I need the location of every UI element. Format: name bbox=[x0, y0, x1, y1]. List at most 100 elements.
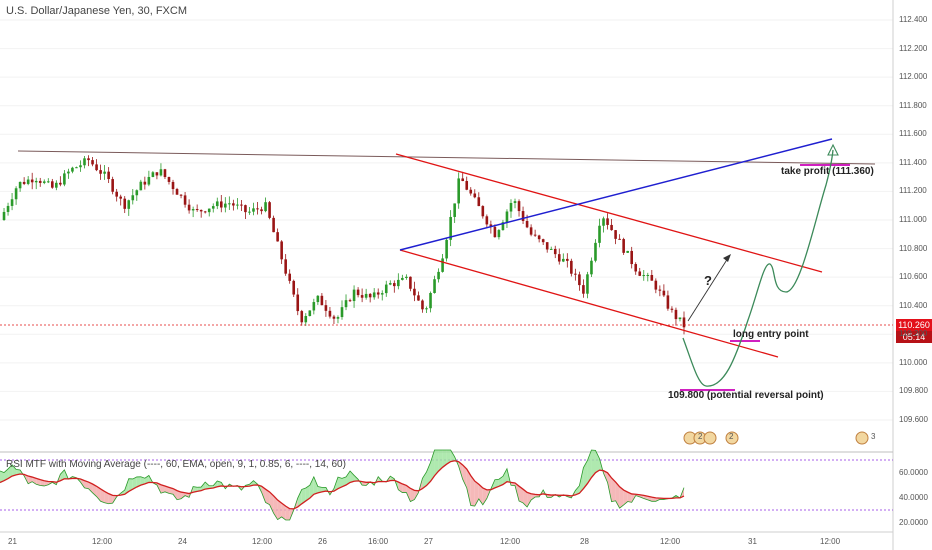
candle-body bbox=[654, 280, 658, 290]
event-badge-count: 2 bbox=[729, 432, 734, 441]
candle-body bbox=[570, 260, 573, 274]
event-badge-count: 2 bbox=[698, 432, 703, 441]
candle-body bbox=[441, 258, 444, 272]
candle-body bbox=[256, 208, 259, 210]
candle-body bbox=[356, 289, 360, 296]
candle-body bbox=[614, 230, 617, 239]
rsi-axis-label: 20.0000 bbox=[899, 517, 928, 527]
time-axis-label: 12:00 bbox=[820, 537, 841, 546]
candle-body bbox=[276, 232, 279, 242]
candle-body bbox=[368, 293, 372, 298]
arrow-head-icon bbox=[723, 254, 731, 262]
candle-body bbox=[42, 181, 46, 183]
candle-body bbox=[618, 238, 621, 240]
candle-body bbox=[429, 292, 432, 309]
candle-body bbox=[332, 316, 336, 319]
candle-body bbox=[26, 179, 30, 184]
candle-body bbox=[22, 181, 26, 184]
time-axis-label: 26 bbox=[318, 537, 327, 546]
price-axis-label: 111.200 bbox=[899, 186, 927, 196]
candle-body bbox=[574, 273, 577, 275]
event-flag-icon[interactable] bbox=[855, 431, 869, 445]
candle-body bbox=[437, 271, 440, 280]
candle-body bbox=[493, 226, 497, 238]
candle-body bbox=[602, 218, 605, 226]
candle-body bbox=[75, 167, 78, 169]
candle-body bbox=[219, 201, 223, 208]
candle-body bbox=[91, 160, 94, 165]
price-axis-label: 111.400 bbox=[899, 157, 927, 167]
candle-body bbox=[666, 295, 670, 309]
candle-body bbox=[155, 172, 159, 176]
candle-body bbox=[139, 181, 143, 191]
candle-body bbox=[469, 189, 473, 194]
candle-body bbox=[203, 211, 207, 213]
candle-body bbox=[211, 206, 215, 209]
candle-body bbox=[87, 158, 90, 161]
candle-body bbox=[252, 208, 255, 212]
price-axis-label: 112.200 bbox=[899, 43, 928, 53]
candle-body bbox=[119, 196, 123, 199]
candle-body bbox=[175, 189, 179, 195]
price-axis-label: 110.600 bbox=[899, 272, 928, 282]
price-axis-label: 111.600 bbox=[899, 129, 927, 139]
question-label: ? bbox=[704, 273, 712, 288]
channel-upper-line[interactable] bbox=[395, 153, 823, 273]
time-axis-label: 12:00 bbox=[92, 537, 113, 546]
indicator-title: RSI MTF with Moving Average (----, 60, E… bbox=[6, 459, 346, 470]
candle-body bbox=[123, 198, 127, 209]
candle-body bbox=[268, 202, 271, 218]
candle-body bbox=[610, 224, 613, 231]
time-axis-label: 31 bbox=[748, 537, 757, 546]
candle-body bbox=[541, 239, 545, 243]
resistance-line[interactable] bbox=[17, 150, 876, 165]
candle-body bbox=[513, 201, 517, 203]
candle-body bbox=[143, 181, 147, 185]
candle-body bbox=[384, 284, 388, 294]
candle-body bbox=[260, 209, 263, 212]
question-arrow[interactable] bbox=[687, 257, 729, 322]
price-axis-label: 111.000 bbox=[899, 215, 927, 224]
candle-body bbox=[308, 310, 312, 317]
candle-body bbox=[409, 276, 412, 289]
candle-body bbox=[445, 239, 448, 259]
candle-body bbox=[606, 218, 609, 225]
price-axis-label: 110.200 bbox=[899, 329, 928, 339]
candle-body bbox=[401, 277, 404, 280]
price-axis-label: 111.800 bbox=[899, 100, 927, 110]
candle-body bbox=[10, 199, 14, 206]
candle-body bbox=[111, 179, 114, 192]
candle-body bbox=[525, 220, 529, 228]
time-axis-label: 28 bbox=[580, 537, 589, 546]
candle-body bbox=[63, 173, 66, 185]
event-flag-icon[interactable] bbox=[703, 431, 717, 445]
candle-body bbox=[509, 202, 513, 212]
candle-body bbox=[336, 317, 340, 319]
candle-body bbox=[497, 230, 501, 238]
candle-body bbox=[18, 181, 22, 189]
candle-body bbox=[417, 295, 420, 301]
candle-body bbox=[83, 158, 86, 166]
candle-body bbox=[485, 216, 489, 225]
candle-body bbox=[2, 211, 6, 220]
candle-body bbox=[328, 310, 332, 317]
candle-body bbox=[215, 201, 219, 207]
candle-body bbox=[107, 171, 110, 180]
candle-body bbox=[79, 165, 82, 168]
candle-body bbox=[179, 194, 183, 196]
candle-body bbox=[38, 180, 42, 183]
candle-body bbox=[224, 203, 227, 208]
candle-body bbox=[545, 242, 549, 250]
channel-lower-line[interactable] bbox=[399, 249, 779, 358]
candle-body bbox=[131, 195, 135, 201]
candle-body bbox=[465, 181, 469, 190]
candle-body bbox=[51, 181, 54, 188]
candle-body bbox=[264, 202, 267, 212]
candle-body bbox=[533, 234, 537, 236]
chart-title: U.S. Dollar/Japanese Yen, 30, FXCM bbox=[6, 5, 187, 17]
candle-body bbox=[421, 300, 424, 310]
event-badge-group[interactable] bbox=[683, 431, 869, 445]
candle-body bbox=[30, 179, 34, 183]
candle-body bbox=[590, 260, 593, 275]
candle-body bbox=[638, 271, 642, 276]
